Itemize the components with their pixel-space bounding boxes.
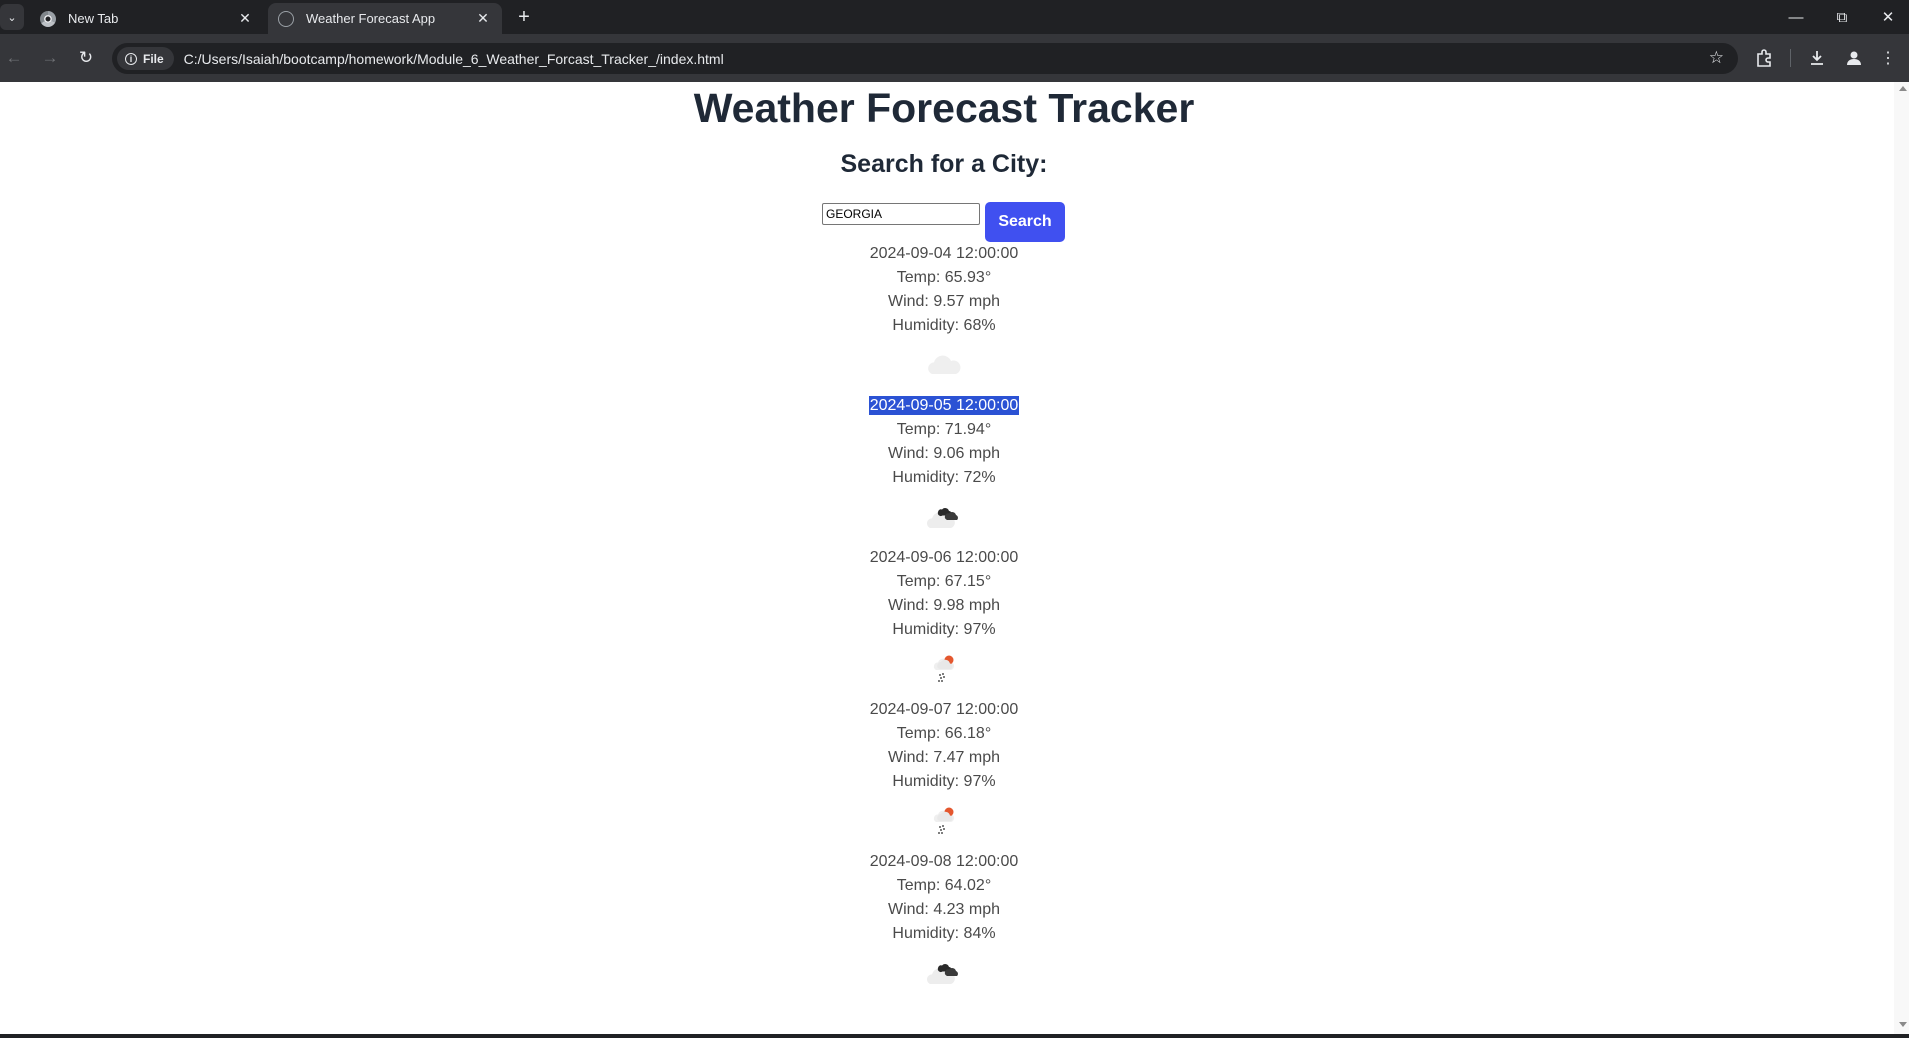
bookmark-star-icon[interactable]: ☆ [1709, 48, 1724, 68]
forecast-temp: Temp: 64.02° [896, 877, 992, 894]
window-bottom-edge [0, 1034, 1909, 1038]
reload-icon: ↻ [78, 48, 94, 67]
forecast-temp: Temp: 67.15° [896, 573, 992, 590]
back-button[interactable]: ← [2, 46, 26, 70]
globe-icon [278, 10, 294, 27]
forecast-temp: Temp: 66.18° [896, 725, 992, 742]
forecast-date: 2024-09-08 12:00:00 [869, 853, 1019, 870]
scroll-up-arrow-icon[interactable] [1899, 86, 1907, 91]
scroll-down-arrow-icon[interactable] [1899, 1022, 1907, 1027]
restore-icon: ⧉ [1836, 8, 1848, 26]
forecast-temp: Temp: 65.93° [896, 269, 992, 286]
forecast-humidity: Humidity: 84% [892, 925, 996, 942]
chrome-logo-icon [40, 10, 56, 27]
menu-button[interactable]: ⋮ [1876, 46, 1900, 70]
forecast-date: 2024-09-07 12:00:00 [869, 701, 1019, 718]
tab-strip: ⌄ New Tab ✕ Weather Forecast App ✕ + — ⧉… [0, 0, 1909, 34]
download-icon [1811, 51, 1823, 65]
rain-icon [933, 807, 955, 834]
site-info-chip[interactable]: i File [117, 47, 174, 70]
close-tab-icon[interactable]: ✕ [474, 10, 492, 28]
forecast-wind: Wind: 4.23 mph [887, 901, 1001, 918]
broken-clouds-icon [926, 963, 958, 984]
site-chip-label: File [143, 51, 164, 66]
profile-button[interactable] [1842, 46, 1866, 70]
plus-icon: + [518, 5, 530, 28]
reload-button[interactable]: ↻ [74, 46, 98, 70]
more-vertical-icon: ⋮ [1880, 50, 1896, 67]
address-bar[interactable]: i File C:/Users/Isaiah/bootcamp/homework… [112, 43, 1738, 74]
downloads-button[interactable] [1805, 46, 1829, 70]
extensions-button[interactable] [1752, 46, 1776, 70]
forecast-date: 2024-09-04 12:00:00 [869, 245, 1019, 262]
arrow-right-icon: → [41, 48, 59, 67]
tab-title: New Tab [68, 11, 119, 26]
forward-button[interactable]: → [38, 46, 62, 70]
forecast-wind: Wind: 9.06 mph [887, 445, 1001, 462]
forecast-wind: Wind: 9.98 mph [887, 597, 1001, 614]
forecast-humidity: Humidity: 97% [892, 621, 996, 638]
minimize-icon: — [1788, 8, 1804, 26]
search-button[interactable]: Search [985, 202, 1065, 242]
forecast-wind: Wind: 9.57 mph [887, 293, 1001, 310]
tab-search-button[interactable]: ⌄ [0, 4, 24, 30]
profile-icon [1847, 51, 1861, 65]
close-icon: ✕ [1881, 9, 1895, 26]
puzzle-icon [1757, 49, 1771, 67]
new-tab-button[interactable]: + [512, 5, 536, 29]
arrow-left-icon: ← [5, 48, 23, 67]
tab-title: Weather Forecast App [306, 11, 436, 26]
chevron-down-icon: ⌄ [7, 11, 17, 24]
forecast-day: 2024-09-07 12:00:00 Temp: 66.18° Wind: 7… [0, 698, 1888, 836]
forecast-day: 2024-09-04 12:00:00 Temp: 65.93° Wind: 9… [0, 242, 1888, 380]
tab-new-tab[interactable]: New Tab ✕ [30, 3, 264, 34]
restore-button[interactable]: ⧉ [1822, 4, 1862, 30]
rain-icon [933, 655, 955, 682]
city-search-input[interactable] [822, 203, 980, 225]
close-window-button[interactable]: ✕ [1868, 4, 1908, 30]
forecast-day: 2024-09-08 12:00:00 Temp: 64.02° Wind: 4… [0, 850, 1888, 988]
search-heading: Search for a City: [840, 150, 1048, 178]
info-icon: i [125, 52, 137, 65]
forecast-wind: Wind: 7.47 mph [887, 749, 1001, 766]
page-title: Weather Forecast Tracker [693, 85, 1195, 131]
page-viewport: Weather Forecast Tracker Search for a Ci… [0, 82, 1894, 1034]
forecast-humidity: Humidity: 97% [892, 773, 996, 790]
browser-toolbar: ← → ↻ i File C:/Users/Isaiah/bootcamp/ho… [0, 34, 1909, 82]
forecast-temp: Temp: 71.94° [896, 421, 992, 438]
forecast-date: 2024-09-05 12:00:00 [868, 396, 1020, 415]
close-tab-icon[interactable]: ✕ [236, 10, 254, 28]
toolbar-divider [1790, 49, 1791, 67]
forecast-day: 2024-09-06 12:00:00 Temp: 67.15° Wind: 9… [0, 546, 1888, 684]
forecast-day: 2024-09-05 12:00:00 Temp: 71.94° Wind: 9… [0, 394, 1888, 532]
vertical-scrollbar[interactable] [1894, 82, 1909, 1034]
forecast-date: 2024-09-06 12:00:00 [869, 549, 1019, 566]
minimize-button[interactable]: — [1776, 4, 1816, 30]
broken-clouds-icon [926, 507, 958, 528]
tab-weather-forecast-app[interactable]: Weather Forecast App ✕ [268, 3, 502, 34]
forecast-humidity: Humidity: 68% [892, 317, 996, 334]
cloud-icon [928, 355, 961, 374]
forecast-humidity: Humidity: 72% [892, 469, 996, 486]
url-text[interactable]: C:/Users/Isaiah/bootcamp/homework/Module… [184, 51, 724, 67]
